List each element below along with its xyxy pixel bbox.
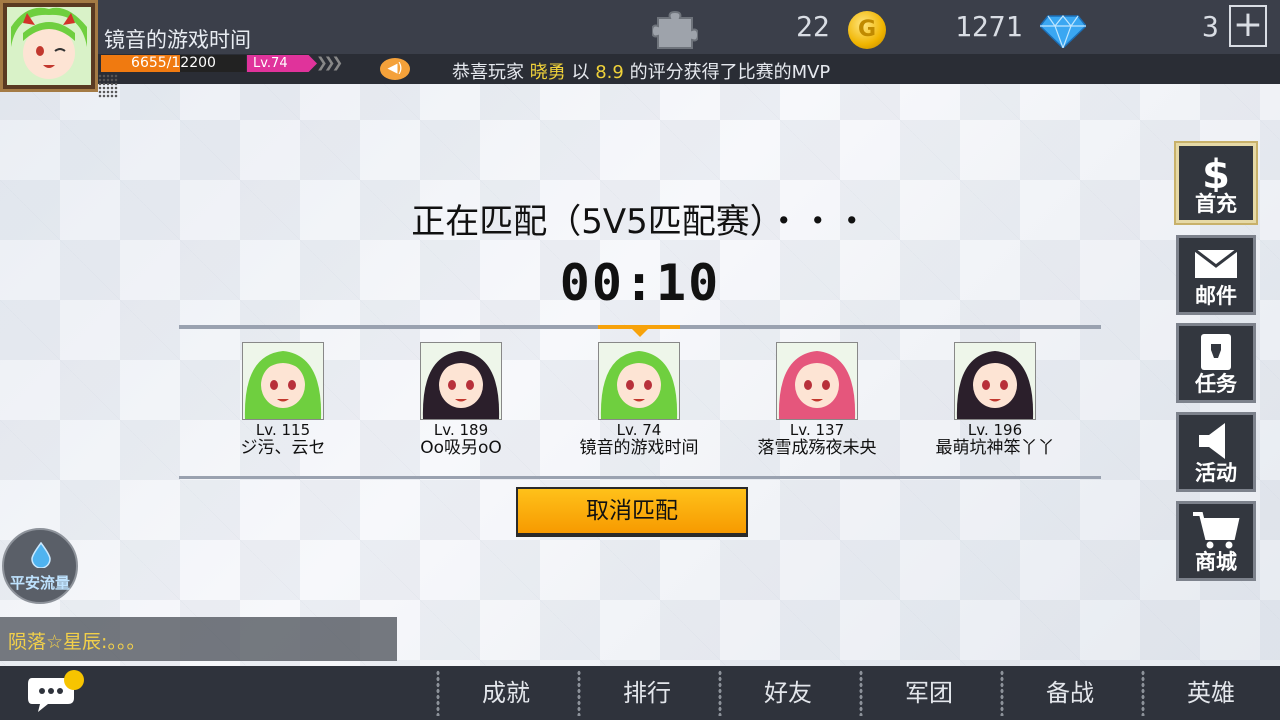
chat-speaker: 陨落☆星辰	[8, 631, 102, 653]
exp-bar: 6655/12200	[101, 55, 246, 72]
member-name: 镜音的游戏时间	[579, 438, 699, 458]
chat-message: :。。。	[101, 631, 146, 653]
chevron-decor-icon: ❯❯❯	[316, 55, 343, 71]
side-menu-label: 任务	[1195, 372, 1237, 396]
nav-item[interactable]: 好友	[718, 666, 858, 720]
announce-suffix: 的评分获得了比赛的MVP	[629, 62, 831, 83]
member-level: Lv. 137	[789, 421, 845, 439]
level-tag: Lv.74	[247, 55, 317, 72]
nav-item[interactable]: 排行	[577, 666, 717, 720]
announce-score: 8.9	[595, 62, 624, 83]
team-member[interactable]: Lv. 115 ジ污、云セ	[193, 342, 373, 458]
mail-icon	[1194, 248, 1238, 278]
matching-title: 正在匹配（5V5匹配赛）・・・	[411, 202, 869, 242]
nav-item[interactable]: 备战	[1000, 666, 1140, 720]
member-portrait	[420, 342, 502, 420]
member-portrait	[954, 342, 1036, 420]
nav-item[interactable]: 军团	[859, 666, 999, 720]
side-menu-item[interactable]: 商城	[1176, 501, 1256, 581]
avatar-portrait	[7, 7, 91, 85]
water-drop-icon	[31, 542, 51, 568]
team-member[interactable]: Lv. 74 镜音的游戏时间	[549, 342, 729, 458]
announcement: ◀) 恭喜玩家 晓勇 以 8.9 的评分获得了比赛的MVP	[380, 56, 1280, 84]
quest-icon	[1201, 334, 1231, 370]
self-arrow-icon	[632, 329, 648, 337]
side-menu-item[interactable]: 任务	[1176, 323, 1256, 403]
divider-bottom	[179, 476, 1101, 479]
puzzle-piece-icon	[652, 10, 698, 49]
announcement-text: 恭喜玩家 晓勇 以 8.9 的评分获得了比赛的MVP	[452, 58, 830, 84]
add-currency-button[interactable]: +	[1229, 5, 1267, 47]
speaker-icon	[1199, 423, 1225, 459]
diamond-icon	[1040, 15, 1086, 48]
member-portrait	[776, 342, 858, 420]
member-level: Lv. 189	[433, 421, 489, 439]
announce-player: 晓勇	[529, 62, 566, 83]
member-name: Oo吸另oO	[420, 438, 502, 458]
speaker-icon: ◀)	[380, 58, 410, 80]
side-menu-label: 商城	[1195, 550, 1237, 574]
team-member[interactable]: Lv. 196 最萌坑神笨丫丫	[905, 342, 1085, 458]
side-menu-item[interactable]: 邮件	[1176, 235, 1256, 315]
team-member[interactable]: Lv. 189 Oo吸另oO	[371, 342, 551, 458]
nav-item[interactable]: 英雄	[1141, 666, 1280, 720]
exp-text: 6655/12200	[131, 55, 216, 71]
gold-count: 1271	[955, 10, 1023, 43]
member-name: 落雪成殇夜未央	[757, 438, 877, 458]
flow-label: 平安流量	[9, 574, 70, 592]
coin-count: 22	[796, 10, 830, 43]
member-level: Lv. 74	[616, 421, 662, 439]
member-name: ジ污、云セ	[240, 438, 326, 458]
player-name: 镜音的游戏时间	[104, 28, 251, 52]
gem-count: 3	[1202, 10, 1219, 43]
member-name: 最萌坑神笨丫丫	[935, 438, 1055, 458]
dollar-icon: $	[1202, 152, 1230, 192]
nav-item[interactable]: 成就	[436, 666, 576, 720]
member-portrait	[242, 342, 324, 420]
notification-dot	[64, 670, 84, 690]
player-avatar[interactable]	[0, 0, 98, 92]
side-menu-item[interactable]: $ 首充	[1176, 143, 1256, 223]
flow-badge[interactable]: 平安流量	[2, 528, 78, 604]
decor-dots	[98, 74, 118, 98]
team-member[interactable]: Lv. 137 落雪成殇夜未央	[727, 342, 907, 458]
chat-preview[interactable]: 陨落☆星辰:。。。	[0, 617, 397, 661]
cart-icon	[1193, 512, 1240, 549]
side-menu-label: 邮件	[1195, 284, 1237, 308]
member-level: Lv. 196	[967, 421, 1023, 439]
member-portrait	[598, 342, 680, 420]
side-menu-label: 首充	[1195, 192, 1237, 216]
announce-prefix: 恭喜玩家	[452, 62, 524, 83]
announce-mid: 以	[571, 62, 590, 83]
cancel-match-button[interactable]: 取消匹配	[516, 487, 748, 537]
side-menu-label: 活动	[1195, 461, 1237, 485]
member-level: Lv. 115	[255, 421, 311, 439]
side-menu-item[interactable]: 活动	[1176, 412, 1256, 492]
svg-text:$: $	[1202, 152, 1230, 192]
chat-text: 陨落☆星辰:。。。	[8, 627, 145, 654]
gold-coin-icon: G	[848, 11, 886, 49]
matching-timer: 00:10	[559, 254, 721, 312]
